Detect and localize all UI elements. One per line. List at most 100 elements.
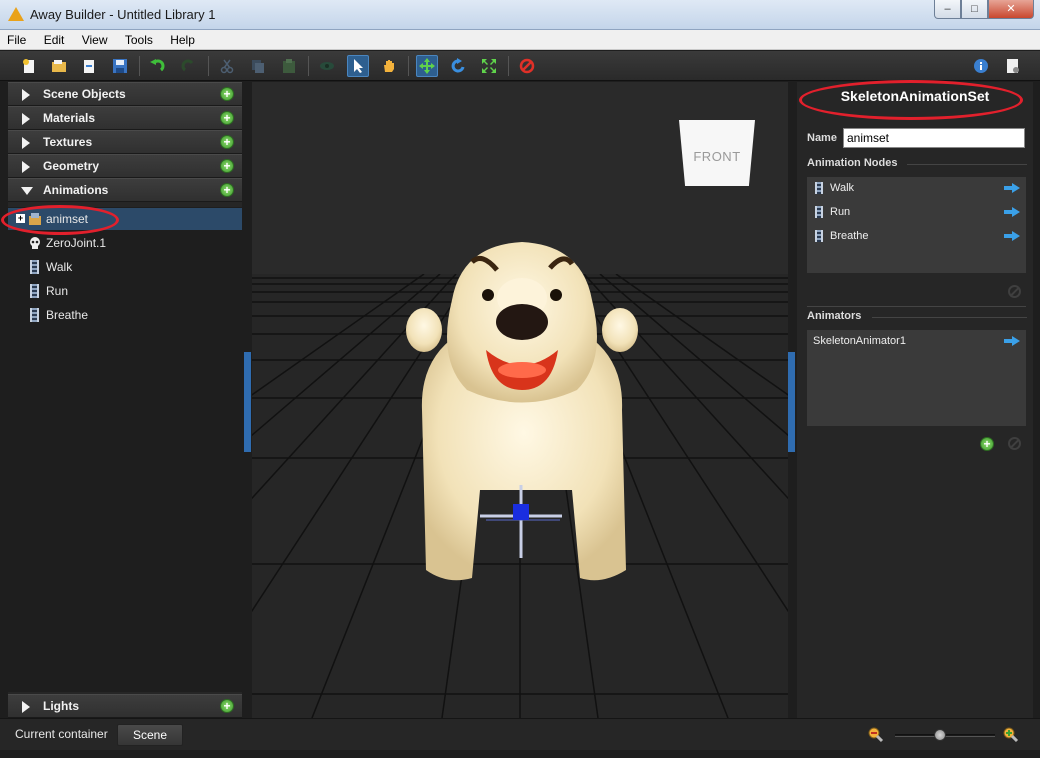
section-textures[interactable]: Textures + — [8, 130, 242, 154]
expand-arrow-icon — [21, 187, 33, 195]
scene-button[interactable]: Scene — [117, 724, 183, 746]
properties-panel: SkeletonAnimationSet Name Animation Node… — [797, 82, 1033, 718]
go-to-arrow-icon[interactable] — [1004, 183, 1020, 193]
move-icon[interactable] — [416, 55, 438, 77]
main-toolbar — [0, 51, 1040, 81]
import-icon[interactable] — [78, 55, 100, 77]
select-arrow-icon[interactable] — [347, 55, 369, 77]
away-builder-logo-icon — [8, 7, 24, 21]
animation-nodes-heading: Animation Nodes — [807, 157, 898, 169]
cut-icon[interactable] — [216, 55, 238, 77]
remove-disabled-icon — [1008, 285, 1021, 298]
open-folder-icon[interactable] — [48, 55, 70, 77]
right-panel-collapse-handle[interactable] — [788, 352, 795, 452]
animation-set-icon — [29, 213, 41, 225]
pan-hand-icon[interactable] — [378, 55, 400, 77]
section-materials[interactable]: Materials + — [8, 106, 242, 130]
animation-nodes-list: Walk Run Breathe — [807, 177, 1026, 273]
menu-view[interactable]: View — [75, 30, 115, 49]
toolbar-separator — [308, 56, 309, 76]
collapse-arrow-icon — [22, 89, 30, 101]
animator-item[interactable]: SkeletonAnimator1 — [807, 330, 1026, 352]
section-scene-objects[interactable]: Scene Objects + — [8, 82, 242, 106]
menu-file[interactable]: File — [0, 30, 33, 49]
tree-item-label: Walk — [46, 260, 73, 274]
film-strip-icon — [30, 284, 39, 298]
tree-item-run[interactable]: Run — [8, 280, 242, 302]
skeleton-skull-icon — [30, 237, 40, 249]
tree-item-walk[interactable]: Walk — [8, 256, 242, 278]
remove-disabled-icon — [1008, 437, 1021, 450]
collapse-arrow-icon — [22, 113, 30, 125]
library-panel: Scene Objects + Materials + Textures + G… — [8, 82, 242, 718]
section-label: Geometry — [43, 159, 100, 173]
zoom-out-icon[interactable] — [868, 727, 884, 743]
info-icon[interactable] — [970, 55, 992, 77]
collapse-arrow-icon — [22, 701, 30, 713]
go-to-arrow-icon[interactable] — [1004, 336, 1020, 346]
name-label: Name — [807, 132, 837, 144]
copy-icon[interactable] — [247, 55, 269, 77]
node-label: Run — [830, 206, 851, 218]
add-animator-icon[interactable]: + — [980, 437, 994, 451]
toolbar-separator — [139, 56, 140, 76]
section-label: Scene Objects — [43, 87, 126, 101]
add-icon[interactable]: + — [220, 699, 234, 713]
section-lights[interactable]: Lights + — [8, 694, 242, 718]
polar-bear-model[interactable] — [402, 240, 642, 585]
node-item-walk[interactable]: Walk — [807, 177, 1026, 199]
collapse-arrow-icon — [22, 137, 30, 149]
tree-item-animset[interactable]: + animset — [8, 208, 242, 230]
add-icon[interactable]: + — [220, 111, 234, 125]
view-cube[interactable]: FRONT — [679, 120, 755, 186]
maximize-button[interactable]: □ — [961, 0, 988, 19]
expand-plus-icon[interactable]: + — [16, 214, 25, 223]
menu-tools[interactable]: Tools — [118, 30, 160, 49]
tree-item-label: animset — [46, 212, 89, 226]
toolbar-separator — [508, 56, 509, 76]
add-icon[interactable]: + — [220, 135, 234, 149]
animator-label: SkeletonAnimator1 — [813, 335, 906, 347]
node-item-breathe[interactable]: Breathe — [807, 225, 1026, 247]
go-to-arrow-icon[interactable] — [1004, 231, 1020, 241]
asset-type-title: SkeletonAnimationSet — [840, 88, 990, 104]
node-item-run[interactable]: Run — [807, 201, 1026, 223]
go-to-arrow-icon[interactable] — [1004, 207, 1020, 217]
menu-edit[interactable]: Edit — [37, 30, 72, 49]
section-geometry[interactable]: Geometry + — [8, 154, 242, 178]
add-icon[interactable]: + — [220, 159, 234, 173]
film-strip-icon — [30, 260, 39, 274]
scale-icon[interactable] — [478, 55, 500, 77]
section-animations[interactable]: Animations + — [8, 178, 242, 202]
add-icon[interactable]: + — [220, 183, 234, 197]
settings-document-icon[interactable] — [1002, 55, 1024, 77]
animators-list: SkeletonAnimator1 — [807, 330, 1026, 426]
animations-tree: + animset ZeroJoint.1 Walk Run Breathe — [8, 207, 242, 692]
left-panel-collapse-handle[interactable] — [244, 352, 251, 452]
tree-item-label: ZeroJoint.1 — [46, 236, 107, 250]
visibility-icon[interactable] — [316, 55, 338, 77]
redo-icon[interactable] — [178, 55, 200, 77]
tree-item-zerojoint[interactable]: ZeroJoint.1 — [8, 232, 242, 254]
zoom-slider-thumb[interactable] — [934, 729, 946, 741]
section-label: Materials — [43, 111, 96, 125]
name-field[interactable] — [843, 128, 1025, 148]
film-strip-icon — [30, 308, 39, 322]
rotate-icon[interactable] — [447, 55, 469, 77]
close-button[interactable]: ✕ — [988, 0, 1034, 19]
new-document-icon[interactable] — [18, 55, 40, 77]
current-container-label: Current container — [15, 727, 108, 741]
add-icon[interactable]: + — [220, 87, 234, 101]
section-label: Lights — [43, 699, 79, 713]
film-strip-icon — [815, 182, 823, 194]
3d-viewport[interactable]: FRONT — [252, 82, 788, 718]
paste-icon[interactable] — [278, 55, 300, 77]
minimize-button[interactable]: – — [934, 0, 961, 19]
transform-gizmo[interactable] — [480, 485, 562, 558]
menu-help[interactable]: Help — [163, 30, 202, 49]
save-icon[interactable] — [109, 55, 131, 77]
tree-item-breathe[interactable]: Breathe — [8, 304, 242, 326]
zoom-in-icon[interactable] — [1003, 727, 1019, 743]
undo-icon[interactable] — [146, 55, 168, 77]
delete-icon[interactable] — [516, 55, 538, 77]
